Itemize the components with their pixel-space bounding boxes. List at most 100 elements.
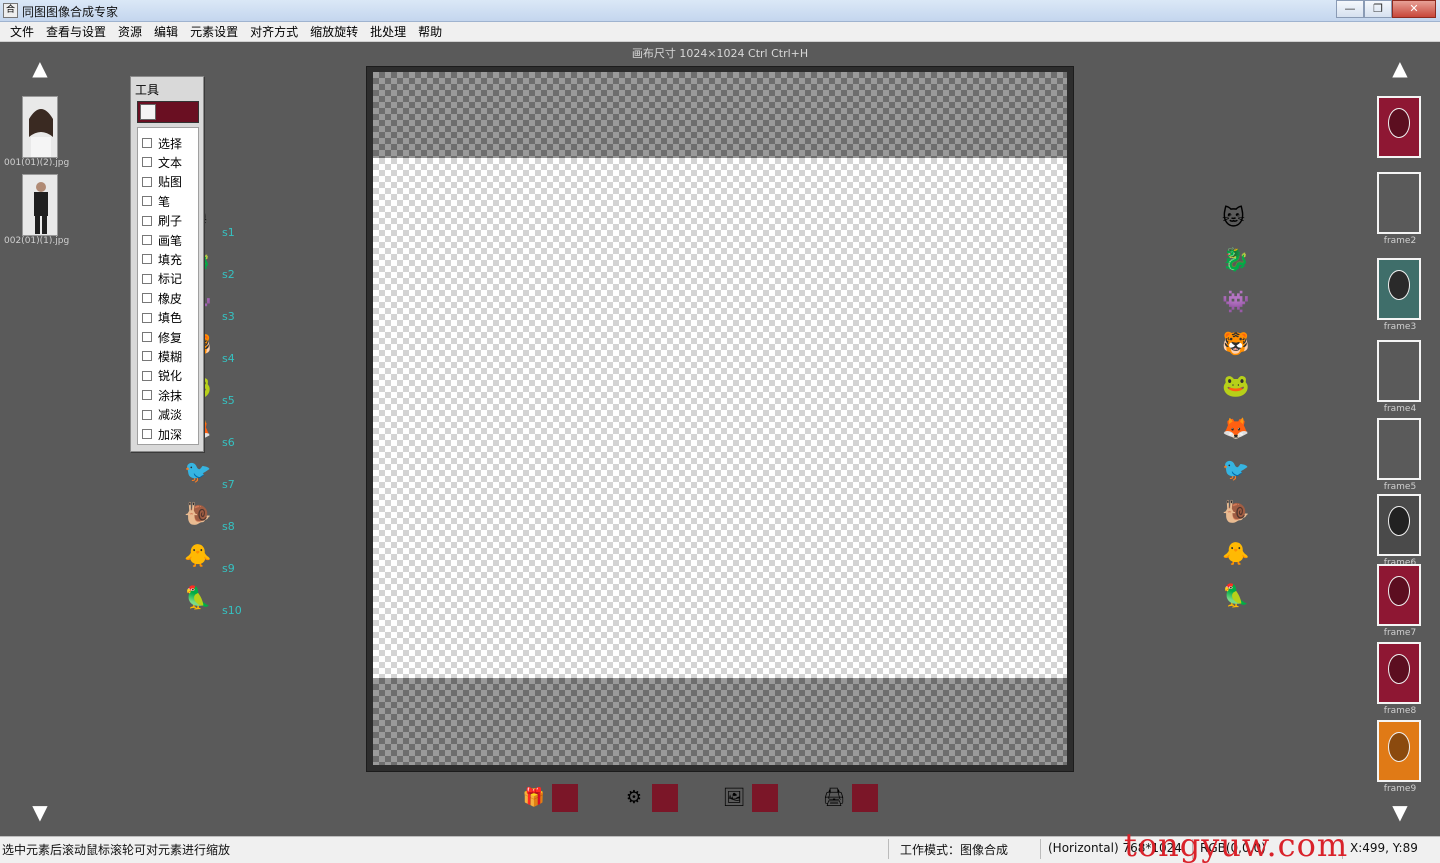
frame-template[interactable] [1377, 172, 1421, 234]
tool-option[interactable]: 填充 [142, 250, 198, 268]
maximize-button[interactable]: ❐ [1364, 0, 1392, 18]
right-scroll-down-icon[interactable]: ▼ [1386, 802, 1414, 822]
frame-template[interactable] [1377, 494, 1421, 556]
snail-icon[interactable]: 🐌 [184, 502, 211, 528]
left-scroll-down-icon[interactable]: ▼ [26, 802, 54, 822]
tool-option-checkbox[interactable] [142, 409, 152, 420]
tool-option-label: 锐化 [158, 369, 183, 384]
sticker-label: s8 [222, 520, 235, 533]
tool-option-label: 文本 [158, 155, 183, 170]
tool-option[interactable]: 刷子 [142, 212, 198, 230]
blue-bird-icon[interactable]: 🐦 [184, 460, 211, 486]
menu-scale-rotate[interactable]: 缩放旋转 [304, 23, 364, 40]
tiger-icon[interactable]: 🐯 [1222, 332, 1249, 358]
tool-option-label: 模糊 [158, 349, 183, 364]
canvas-area[interactable] [373, 72, 1067, 765]
tool-option-checkbox[interactable] [142, 138, 152, 148]
frame-template[interactable] [1377, 96, 1421, 158]
frame-opening [1388, 352, 1410, 382]
color-swatch[interactable] [140, 104, 156, 120]
left-scroll-up-icon[interactable]: ▲ [26, 58, 54, 78]
tool-option-checkbox[interactable] [142, 390, 152, 401]
frame-template[interactable] [1377, 564, 1421, 626]
blue-bird-icon[interactable]: 🐦 [1222, 458, 1249, 484]
tool-option-checkbox[interactable] [142, 176, 152, 187]
tool-option[interactable]: 加深 [142, 425, 198, 443]
menu-resources[interactable]: 资源 [112, 23, 148, 40]
menu-view-settings[interactable]: 查看与设置 [40, 23, 112, 40]
tool-option[interactable]: 笔 [142, 192, 198, 210]
tool-option-checkbox[interactable] [142, 332, 152, 342]
tool-option-checkbox[interactable] [142, 273, 152, 284]
minimize-button[interactable]: — [1336, 0, 1364, 18]
close-button[interactable]: ✕ [1392, 0, 1436, 18]
photo-thumb-2[interactable] [22, 174, 58, 236]
frame-template-label: frame3 [1383, 322, 1417, 332]
tool-option[interactable]: 贴图 [142, 173, 198, 191]
tool-option-checkbox[interactable] [142, 254, 152, 265]
purple-cat-icon[interactable]: 🐱 [1222, 206, 1245, 232]
photo-thumb-2-label: 002(01)(1).jpg [4, 236, 70, 246]
tool-option-label: 填色 [158, 311, 183, 326]
tool-option-checkbox[interactable] [142, 370, 152, 381]
menu-help[interactable]: 帮助 [412, 23, 448, 40]
menu-file[interactable]: 文件 [4, 23, 40, 40]
tool-option[interactable]: 橡皮 [142, 289, 198, 307]
tool-option[interactable]: 填色 [142, 309, 198, 327]
right-scroll-up-icon[interactable]: ▲ [1386, 58, 1414, 78]
menu-edit[interactable]: 编辑 [148, 23, 184, 40]
menu-align[interactable]: 对齐方式 [244, 23, 304, 40]
canvas-caption: 画布尺寸 1024×1024 Ctrl Ctrl+H [631, 47, 809, 60]
tool-option[interactable]: 选择 [142, 134, 198, 152]
tool-option[interactable]: 修复 [142, 328, 198, 346]
gift-box-icon: 🎁 [522, 787, 546, 808]
tool-option-label: 涂抹 [158, 388, 183, 403]
tool-option[interactable]: 涂抹 [142, 386, 198, 404]
frame-template[interactable] [1377, 642, 1421, 704]
frame-template[interactable] [1377, 720, 1421, 782]
cyan-monster-icon[interactable]: 👾 [1222, 290, 1249, 316]
tool-option[interactable]: 文本 [142, 153, 198, 171]
tool-option-checkbox[interactable] [142, 351, 152, 362]
tool-option[interactable]: 画笔 [142, 231, 198, 249]
fox-icon[interactable]: 🦊 [1222, 416, 1249, 442]
tool-option[interactable]: 模糊 [142, 347, 198, 365]
tool-option-label: 画笔 [158, 233, 183, 248]
tool-option-checkbox[interactable] [142, 215, 152, 226]
window-title: 同图图像合成专家 [22, 5, 119, 19]
parrot-icon[interactable]: 🦜 [184, 586, 211, 612]
status-divider [1040, 839, 1041, 859]
bottom-tool-button[interactable]: ⚙ [620, 782, 682, 814]
frame-template[interactable] [1377, 418, 1421, 480]
window-controls: — ❐ ✕ [1336, 0, 1436, 18]
sticker-label: s1 [222, 226, 235, 239]
color-picker[interactable] [137, 101, 199, 123]
tool-option[interactable]: 减淡 [142, 406, 198, 424]
frame-template[interactable] [1377, 258, 1421, 320]
snail-icon[interactable]: 🐌 [1222, 500, 1249, 526]
photo-thumb-1[interactable] [22, 96, 58, 158]
status-divider [888, 839, 889, 859]
frame-template[interactable] [1377, 340, 1421, 402]
yellow-chick-icon[interactable]: 🐥 [1222, 542, 1249, 568]
tool-option-checkbox[interactable] [142, 196, 152, 207]
tool-option-checkbox[interactable] [142, 312, 152, 323]
canvas-work-area[interactable] [373, 158, 1067, 678]
parrot-icon[interactable]: 🦜 [1222, 584, 1249, 610]
yellow-chick-icon[interactable]: 🐥 [184, 544, 211, 570]
tool-option-checkbox[interactable] [142, 157, 152, 168]
bottom-tool-button[interactable]: 🎁 [520, 782, 582, 814]
tool-option-checkbox[interactable] [142, 293, 152, 304]
menu-batch[interactable]: 批处理 [364, 23, 412, 40]
menu-element-settings[interactable]: 元素设置 [184, 23, 244, 40]
print-icon: 🖨 [822, 787, 846, 808]
blue-dragon-icon[interactable]: 🐉 [1222, 248, 1249, 274]
bottom-tool-button[interactable]: 🖨 [820, 782, 882, 814]
tool-option[interactable]: 锐化 [142, 367, 198, 385]
tool-option[interactable]: 标记 [142, 270, 198, 288]
tool-option-checkbox[interactable] [142, 429, 152, 439]
sticker-label: s5 [222, 394, 235, 407]
bottom-tool-button[interactable]: 🖼 [720, 782, 782, 814]
tool-option-checkbox[interactable] [142, 235, 152, 245]
frog-icon[interactable]: 🐸 [1222, 374, 1249, 400]
